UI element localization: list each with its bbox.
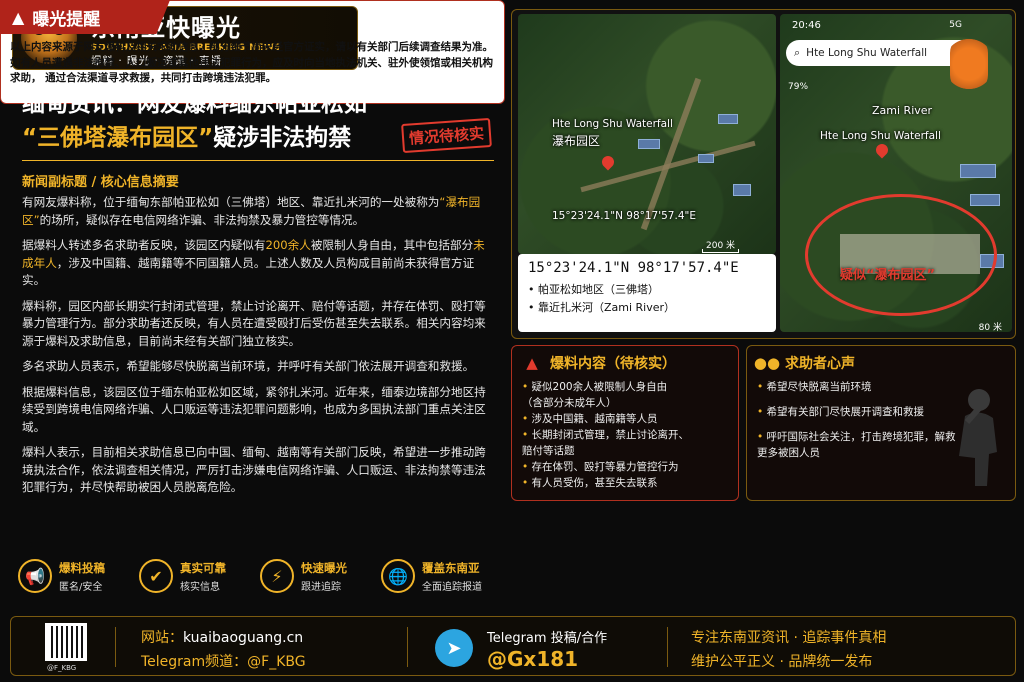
- site-label-right: Hte Long Shu Waterfall: [820, 130, 941, 142]
- warning-icon: ▲: [12, 7, 25, 27]
- map-search-input[interactable]: ⌕ Hte Long Shu Waterfall: [786, 40, 976, 66]
- map-panel: Hte Long Shu Waterfall 瀑布园区 15°23'24.1"N…: [511, 9, 1016, 339]
- people-icon: ●●: [753, 354, 781, 372]
- map-scale: 200 米: [701, 238, 740, 253]
- slogan-line2: 维护公平正义 · 品牌统一发布: [691, 654, 873, 670]
- headline-line1: 缅甸资讯：网友爆料缅东帕亚松如: [22, 91, 367, 117]
- report-title: 爆料内容（待核实）: [550, 356, 676, 372]
- feature-title: 真实可靠: [180, 560, 226, 575]
- list-item: 帕亚松如地区（三佛塔）: [528, 281, 766, 299]
- list-item: （含部分未成年人）: [522, 397, 617, 409]
- paragraph: 根据爆料信息，该园区位于缅东帕亚松如区域，紧邻扎米河。近年来，缅泰边境部分地区持…: [22, 384, 486, 434]
- map-scale: 80 米: [978, 323, 1002, 333]
- list-item: 有人员受伤，甚至失去联系: [522, 475, 728, 491]
- river-label: Zami River: [872, 104, 933, 117]
- location-pin-icon: [599, 153, 617, 171]
- list-item: 赔付等话题: [522, 445, 575, 457]
- qr-code-icon[interactable]: [45, 623, 87, 661]
- distressed-person-icon: [959, 389, 997, 486]
- list-item: 呼吁国际社会关注，打击跨境犯罪，解救更多被困人员: [757, 429, 957, 461]
- feature-item: ⚡ 快速曝光跟进追踪: [260, 552, 381, 600]
- feature-title: 覆盖东南亚: [422, 560, 480, 575]
- feature-title: 快速曝光: [301, 560, 347, 575]
- website-line: 网站：kuaibaoguang.cn: [141, 627, 303, 647]
- divider: [115, 627, 116, 667]
- qr-label: @F_KBG: [47, 664, 77, 672]
- feature-sub: 核实信息: [180, 581, 220, 593]
- feature-sub: 跟进追踪: [301, 581, 341, 593]
- notice-tab: ▲ 曝光提醒: [0, 0, 170, 34]
- unverified-stamp: 情况待核实: [401, 117, 492, 154]
- coordinate-card: 15°23'24.1"N 98°17'57.4"E 帕亚松如地区（三佛塔） 靠近…: [518, 254, 776, 332]
- site-label-cn: 瀑布园区: [552, 134, 601, 148]
- lightning-icon: ⚡: [260, 559, 294, 593]
- feature-sub: 匿名/安全: [59, 581, 103, 593]
- headline-quote: “三佛塔瀑布园区”: [22, 125, 214, 151]
- globe-icon: 🌐: [381, 559, 415, 593]
- slogan-line1: 专注东南亚资讯 · 追踪事件真相: [691, 630, 887, 646]
- feature-item: ✔ 真实可靠核实信息: [139, 552, 260, 600]
- feature-item: 📢 爆料投稿匿名/安全: [18, 552, 139, 600]
- paragraph: 有网友爆料称，位于缅甸东部帕亚松如（三佛塔）地区、靠近扎米河的一处被称为“瀑布园…: [22, 195, 481, 227]
- feature-item: 🌐 覆盖东南亚全面追踪报道: [381, 552, 502, 600]
- report-list: 疑似200余人被限制人身自由 （含部分未成年人） 涉及中国籍、越南籍等人员 长期…: [512, 377, 738, 493]
- circle-label: 疑似“瀑布园区”: [840, 268, 936, 283]
- search-text: Hte Long Shu Waterfall: [806, 47, 928, 59]
- headline-line2: “三佛塔瀑布园区”疑涉非法拘禁: [22, 118, 351, 152]
- location-list: 帕亚松如地区（三佛塔） 靠近扎米河（Zami River）: [528, 281, 766, 317]
- list-item: 涉及中国籍、越南籍等人员: [522, 411, 728, 427]
- telegram-id[interactable]: @Gx181: [487, 647, 578, 671]
- list-item: 长期封闭式管理，禁止讨论离开、: [522, 427, 728, 443]
- divider: [22, 160, 494, 161]
- list-item: 希望尽快脱离当前环境: [757, 379, 957, 395]
- telegram-label: Telegram 投稿/合作: [487, 631, 608, 646]
- article-body: 有网友爆料称，位于缅甸东部帕亚松如（三佛塔）地区、靠近扎米河的一处被称为“瀑布园…: [22, 194, 496, 505]
- warning-icon: ▲: [526, 354, 538, 372]
- notice-text: 以上内容来源于网友爆料及相关求助信息，部分细节尚未经官方证实，请以有关部门后续调…: [10, 41, 493, 84]
- paragraph: 据爆料人转述多名求助者反映，该园区内疑似有200余人被限制人身自由，其中包括部分…: [22, 238, 485, 287]
- telegram-icon[interactable]: ➤: [435, 629, 473, 667]
- feature-row: 📢 爆料投稿匿名/安全 ✔ 真实可靠核实信息 ⚡ 快速曝光跟进追踪 🌐 覆盖东南…: [18, 552, 502, 600]
- subheading: 新闻副标题 / 核心信息摘要: [22, 175, 179, 190]
- website-link[interactable]: kuaibaoguang.cn: [183, 630, 303, 646]
- voice-title: 求助者心声: [785, 356, 855, 372]
- voice-box: ●● 求助者心声 希望尽快脱离当前环境 希望有关部门尽快展开调查和救援 呼吁国际…: [746, 345, 1016, 501]
- website-label: 网站：: [141, 630, 183, 646]
- zoom-level: 79%: [788, 82, 809, 92]
- divider: [667, 627, 668, 667]
- divider: [407, 627, 408, 667]
- list-item: 存在体罚、殴打等暴力管控行为: [522, 459, 728, 475]
- shield-icon: ✔: [139, 559, 173, 593]
- megaphone-icon: 📢: [18, 559, 52, 593]
- phone-clock: 20:46: [792, 20, 821, 31]
- paragraph: 爆料称，园区内部长期实行封闭式管理，禁止讨论离开、赔付等话题，并存在体罚、殴打等…: [22, 298, 486, 348]
- map-coordinate: 15°23'24.1"N 98°17'57.4"E: [552, 210, 696, 222]
- paragraph: 爆料人表示，目前相关求助信息已向中国、缅甸、越南等有关部门反映，希望进一步推动跨…: [22, 445, 486, 494]
- location-pin-icon: [873, 141, 891, 159]
- telegram-channel[interactable]: Telegram频道：@F_KBG: [141, 651, 306, 671]
- search-icon: ⌕: [794, 46, 801, 59]
- report-box: ▲ 爆料内容（待核实） 疑似200余人被限制人身自由 （含部分未成年人） 涉及中…: [511, 345, 739, 501]
- list-item: 疑似200余人被限制人身自由: [522, 379, 728, 395]
- phone-status: 5G: [949, 20, 962, 30]
- coordinate-text: 15°23'24.1"N 98°17'57.4"E: [528, 260, 739, 276]
- headline-rest: 疑涉非法拘禁: [213, 125, 352, 151]
- list-item: 希望有关部门尽快展开调查和救援: [757, 404, 957, 420]
- highlight-circle: [805, 194, 997, 316]
- notice-title: 曝光提醒: [32, 9, 101, 30]
- site-label-en: Hte Long Shu Waterfall: [552, 118, 673, 130]
- list-item: 靠近扎米河（Zami River）: [528, 299, 766, 317]
- paragraph: 多名求助人员表示，希望能够尽快脱离当前环境，并呼吁有关部门依法展开调查和救援。: [22, 359, 475, 373]
- footer: @F_KBG 网站：kuaibaoguang.cn Telegram频道：@F_…: [10, 616, 1016, 676]
- redaction-blur: [950, 34, 988, 94]
- feature-title: 爆料投稿: [59, 560, 105, 575]
- feature-sub: 全面追踪报道: [422, 581, 482, 593]
- satellite-map-right: 20:46 5G ⌕ Hte Long Shu Waterfall 79% Za…: [780, 14, 1012, 333]
- satellite-map-left: Hte Long Shu Waterfall 瀑布园区 15°23'24.1"N…: [518, 14, 776, 254]
